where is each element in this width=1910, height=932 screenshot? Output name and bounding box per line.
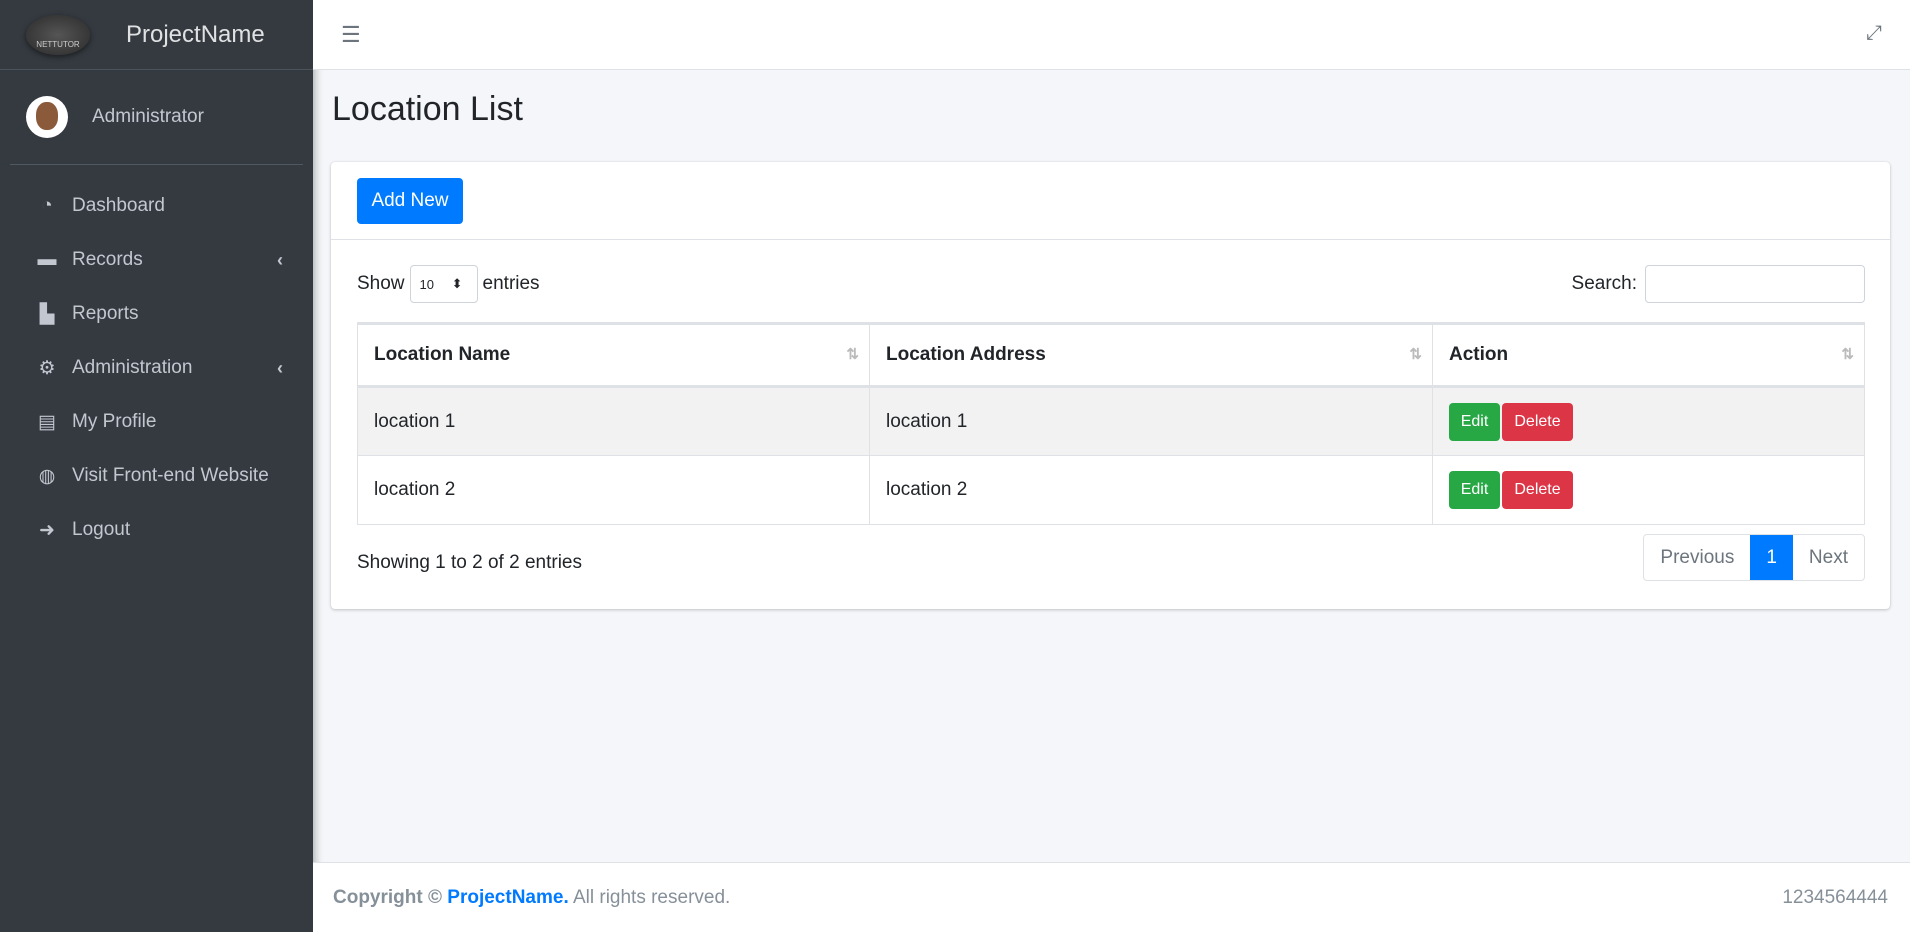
id-card-icon: ▤: [38, 411, 56, 433]
search-label: Search:: [1571, 273, 1637, 294]
pagination: Previous 1 Next: [1643, 534, 1865, 581]
sidebar-item-label: My Profile: [72, 411, 157, 432]
edit-button[interactable]: Edit: [1449, 402, 1500, 441]
chart-bar-icon: ▙: [39, 303, 55, 325]
table-row: location 2 location 2 Edit Delete: [357, 455, 1865, 525]
entries-label: entries: [482, 273, 540, 294]
delete-button[interactable]: Delete: [1502, 471, 1573, 509]
footer: Copyright © ProjectName. All rights rese…: [313, 862, 1910, 932]
page-1-button[interactable]: 1: [1750, 535, 1793, 580]
cell-address: location 2: [869, 455, 1433, 525]
sidebar-item-records[interactable]: ▬ Records ‹: [0, 233, 313, 287]
brand-logo: NETTUTOR: [26, 14, 90, 55]
chevron-left-icon: ‹: [277, 249, 283, 270]
page-length-value: 10: [419, 276, 434, 292]
rights-text: All rights reserved.: [572, 886, 731, 908]
sidebar: NETTUTOR ProjectName Administrator ◔ Dash…: [0, 0, 313, 932]
sidebar-item-label: Administration: [72, 357, 193, 378]
edit-button[interactable]: Edit: [1449, 471, 1500, 509]
show-label: Show: [357, 273, 405, 294]
sidebar-item-dashboard[interactable]: ◔ Dashboard: [0, 179, 313, 233]
cell-address: location 1: [869, 386, 1433, 456]
sidebar-item-label: Logout: [72, 519, 131, 540]
chevron-left-icon: ‹: [277, 357, 283, 378]
sidebar-item-my-profile[interactable]: ▤ My Profile: [0, 395, 313, 449]
page-length-select[interactable]: 10 ⬍: [409, 265, 478, 303]
user-panel[interactable]: Administrator: [10, 70, 303, 165]
sidebar-item-label: Reports: [72, 303, 139, 324]
copyright-text: Copyright ©: [333, 886, 442, 908]
sidebar-item-reports[interactable]: ▙ Reports: [0, 287, 313, 341]
top-navbar: ☰ ⤢: [313, 0, 1910, 70]
add-new-button[interactable]: Add New: [357, 178, 463, 224]
globe-icon: ◍: [38, 465, 56, 487]
sort-icon: ⇅: [1841, 346, 1854, 363]
previous-button[interactable]: Previous: [1644, 535, 1750, 580]
fullscreen-icon[interactable]: ⤢: [1866, 22, 1882, 45]
location-table: Location Name ⇅ Location Address ⇅ Action ⇅…: [357, 322, 1865, 525]
table-info: Showing 1 to 2 of 2 entries: [357, 552, 582, 573]
table-row: location 1 location 1 Edit Delete: [357, 386, 1865, 456]
search-input[interactable]: [1645, 265, 1865, 303]
sign-out-icon: ➜: [39, 519, 55, 541]
sidebar-item-label: Records: [72, 249, 143, 270]
footer-phone: 1234564444: [1782, 886, 1888, 908]
brand-link[interactable]: NETTUTOR ProjectName: [0, 0, 313, 70]
folder-icon: ▬: [37, 249, 57, 270]
sort-icon: ⇅: [846, 346, 859, 363]
page-title: Location List: [332, 90, 523, 128]
user-name: Administrator: [92, 106, 204, 127]
header-location-name[interactable]: Location Name ⇅: [357, 322, 870, 388]
sidebar-item-administration[interactable]: ⚙ Administration ‹: [0, 341, 313, 395]
cell-name: location 2: [357, 455, 870, 525]
tachometer-icon: ◔: [41, 195, 53, 216]
sidebar-item-label: Dashboard: [72, 195, 165, 216]
header-action[interactable]: Action ⇅: [1432, 322, 1865, 388]
sort-arrows-icon: ⬍: [451, 276, 463, 291]
next-button[interactable]: Next: [1793, 535, 1864, 580]
location-card: Add New Show 10 ⬍ entries Search: Locatio…: [331, 162, 1890, 609]
menu-toggle-icon[interactable]: ☰: [341, 22, 361, 48]
sidebar-item-visit-website[interactable]: ◍ Visit Front-end Website: [0, 449, 313, 503]
header-location-address[interactable]: Location Address ⇅: [869, 322, 1433, 388]
sidebar-item-logout[interactable]: ➜ Logout: [0, 503, 313, 557]
avatar: [26, 96, 68, 138]
cell-name: location 1: [357, 386, 870, 456]
cogs-icon: ⚙: [38, 357, 56, 379]
delete-button[interactable]: Delete: [1502, 402, 1573, 441]
sidebar-item-label: Visit Front-end Website: [72, 465, 269, 486]
sort-icon: ⇅: [1409, 346, 1422, 363]
footer-brand-link[interactable]: ProjectName.: [447, 887, 568, 908]
brand-name: ProjectName: [126, 20, 265, 48]
